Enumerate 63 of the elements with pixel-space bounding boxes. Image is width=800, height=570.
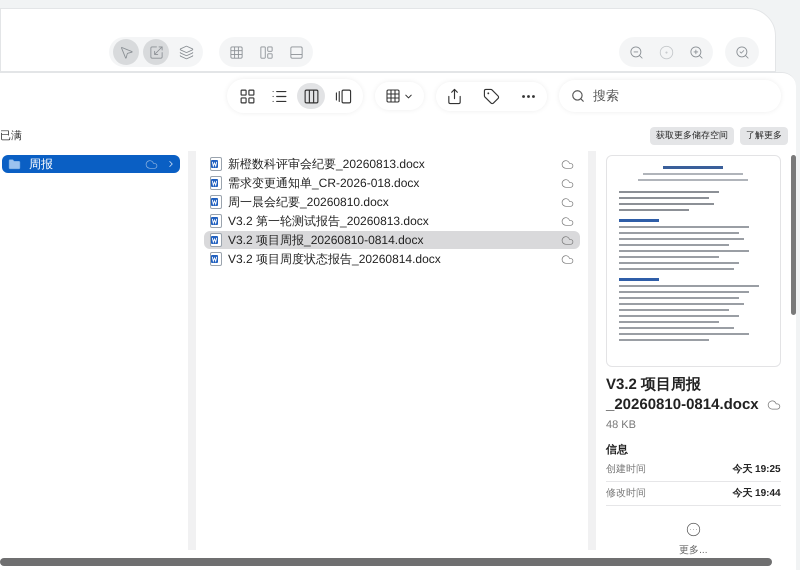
info-heading: 信息 (606, 442, 629, 458)
word-file-icon (210, 233, 222, 247)
grid-icon (385, 88, 401, 104)
zoom-in-icon[interactable] (688, 44, 704, 60)
info-value: 今天 19:25 (732, 462, 781, 477)
info-label: 修改时间 (606, 486, 646, 501)
word-file-icon (210, 195, 222, 209)
cloud-icon (561, 234, 574, 246)
cloud-icon (145, 158, 158, 170)
columns-view-button[interactable] (297, 83, 325, 109)
share-icon[interactable] (446, 88, 463, 104)
panel-icon[interactable] (288, 44, 304, 60)
cloud-icon (766, 398, 781, 412)
file-name: V3.2 项目周度状态报告_20260814.docx (228, 251, 442, 268)
file-name: 需求变更通知单_CR-2026-018.docx (228, 175, 420, 192)
file-name: V3.2 第一轮测试报告_20260813.docx (228, 213, 430, 230)
gallery-view-icon (334, 88, 352, 104)
search-icon (571, 89, 585, 103)
file-row[interactable]: V3.2 项目周报_20260810-0814.docx (204, 231, 580, 249)
zoom-out-icon[interactable] (628, 44, 644, 60)
more-link[interactable]: 更多... (679, 543, 708, 558)
info-value: 今天 19:44 (732, 486, 781, 501)
folder-row[interactable]: 周报 (2, 155, 180, 173)
layout-icon[interactable] (258, 44, 274, 60)
storage-button[interactable]: 了解更多 (740, 127, 788, 145)
file-name: 新橙数科评审会纪要_20260813.docx (228, 156, 426, 173)
storage-button[interactable]: 获取更多储存空间 (650, 127, 734, 145)
scrollbar-thumb[interactable] (790, 155, 796, 315)
file-row[interactable]: 需求变更通知单_CR-2026-018.docx (204, 174, 580, 192)
word-file-icon (210, 157, 222, 171)
file-row[interactable]: 新橙数科评审会纪要_20260813.docx (204, 155, 580, 173)
file-row[interactable]: 周一晨会纪要_20260810.docx (204, 193, 580, 211)
zoom-reset-icon[interactable] (658, 44, 674, 60)
pointer-icon[interactable] (118, 44, 134, 60)
cloud-icon (561, 158, 574, 170)
file-row[interactable]: V3.2 项目周度状态报告_20260814.docx (204, 250, 580, 268)
word-file-icon (210, 252, 222, 266)
info-label: 创建时间 (606, 462, 646, 477)
word-file-icon (210, 176, 222, 190)
scrollbar-thumb[interactable] (0, 558, 772, 566)
preview-title: V3.2 项目周报 (606, 375, 702, 395)
cloud-icon (561, 214, 574, 228)
word-file-icon (210, 214, 222, 228)
storage-label: 已满 (0, 128, 22, 144)
folder-icon (8, 158, 21, 170)
file-row[interactable]: V3.2 第一轮测试报告_20260813.docx (204, 212, 580, 230)
more-icon[interactable] (686, 522, 701, 537)
folder-name: 周报 (29, 156, 54, 173)
icons-view-icon (238, 88, 256, 104)
file-name: V3.2 项目周报_20260810-0814.docx (228, 232, 424, 249)
file-name: 周一晨会纪要_20260810.docx (228, 194, 390, 211)
preview-title: _20260810-0814.docx (606, 395, 759, 415)
grid-icon[interactable] (228, 44, 244, 60)
resize-icon[interactable] (148, 44, 164, 60)
cloud-icon (561, 196, 574, 208)
columns-view-icon (302, 88, 320, 104)
zoom-fit-icon[interactable] (734, 44, 750, 60)
layers-icon[interactable] (178, 44, 194, 60)
cloud-icon (561, 176, 574, 190)
tag-icon[interactable] (483, 88, 500, 104)
cloud-icon (561, 252, 574, 266)
file-size: 48 KB (606, 418, 637, 433)
search-field[interactable]: 搜索 (593, 86, 769, 106)
